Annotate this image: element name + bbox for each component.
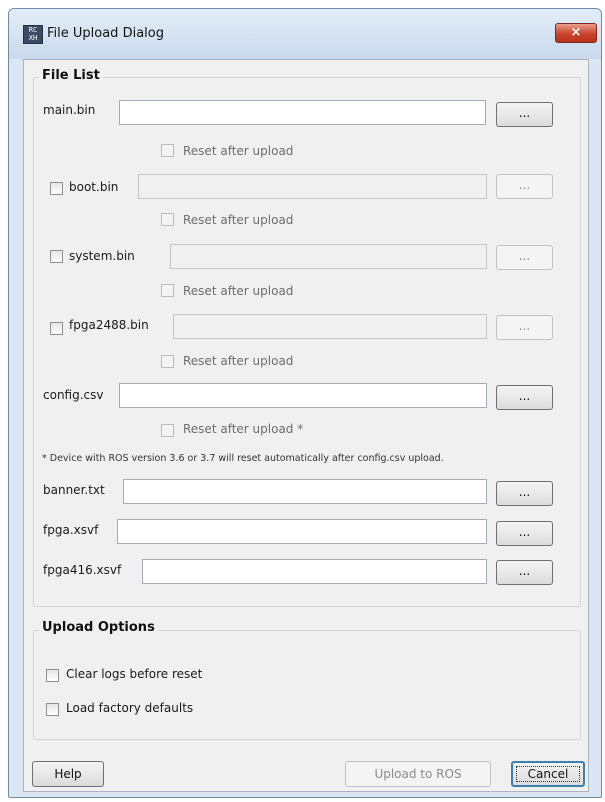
system-bin-checkbox[interactable] <box>50 250 63 263</box>
banner-txt-input[interactable] <box>123 479 487 504</box>
fpga-xsvf-label: fpga.xsvf <box>43 523 99 537</box>
title-bar[interactable]: RC XH File Upload Dialog × <box>9 9 601 59</box>
main-bin-reset-label: Reset after upload <box>183 144 294 158</box>
factory-defaults-label: Load factory defaults <box>66 701 194 715</box>
fpga416-xsvf-browse-button[interactable]: ... <box>496 560 553 585</box>
fpga416-xsvf-label: fpga416.xsvf <box>43 563 122 577</box>
main-bin-browse-button[interactable]: ... <box>496 102 553 127</box>
boot-bin-checkbox[interactable] <box>50 182 63 195</box>
fpga-xsvf-browse-button[interactable]: ... <box>496 521 553 546</box>
boot-bin-input[interactable] <box>138 174 487 199</box>
fpga2488-bin-reset-checkbox[interactable] <box>161 355 174 368</box>
banner-txt-browse-button[interactable]: ... <box>496 481 553 506</box>
help-button[interactable]: Help <box>32 761 104 787</box>
banner-txt-label: banner.txt <box>43 483 105 497</box>
main-bin-reset-checkbox[interactable] <box>161 144 174 157</box>
dialog-client-area: File List main.bin ... Reset after uploa… <box>23 59 589 792</box>
upload-to-ros-button[interactable]: Upload to ROS <box>345 761 491 787</box>
clear-logs-checkbox[interactable] <box>46 669 59 682</box>
app-icon: RC XH <box>23 25 43 44</box>
cancel-focus-ring <box>516 766 580 782</box>
main-bin-label: main.bin <box>43 103 96 117</box>
main-bin-input[interactable] <box>119 100 486 125</box>
cancel-button[interactable]: Cancel <box>511 761 585 787</box>
ros-version-note: * Device with ROS version 3.6 or 3.7 wil… <box>42 453 444 464</box>
fpga-xsvf-input[interactable] <box>117 519 487 544</box>
fpga2488-bin-checkbox[interactable] <box>50 322 63 335</box>
config-csv-label: config.csv <box>43 388 104 402</box>
system-bin-input[interactable] <box>170 244 487 269</box>
fpga2488-bin-input[interactable] <box>173 314 487 339</box>
boot-bin-reset-checkbox[interactable] <box>161 213 174 226</box>
fpga2488-bin-reset-label: Reset after upload <box>183 354 294 368</box>
fpga2488-bin-browse-button[interactable]: ... <box>496 315 553 340</box>
close-button[interactable]: × <box>555 23 597 43</box>
config-csv-browse-button[interactable]: ... <box>496 385 553 410</box>
system-bin-browse-button[interactable]: ... <box>496 245 553 270</box>
fpga416-xsvf-input[interactable] <box>142 559 487 584</box>
factory-defaults-checkbox[interactable] <box>46 703 59 716</box>
dialog-window: RC XH File Upload Dialog × File List mai… <box>8 8 602 798</box>
config-csv-reset-checkbox[interactable] <box>161 424 174 437</box>
boot-bin-label: boot.bin <box>69 180 119 194</box>
boot-bin-browse-button[interactable]: ... <box>496 174 553 199</box>
system-bin-label: system.bin <box>69 249 135 263</box>
config-csv-input[interactable] <box>119 383 487 408</box>
window-title: File Upload Dialog <box>47 26 164 41</box>
system-bin-reset-checkbox[interactable] <box>161 284 174 297</box>
clear-logs-label: Clear logs before reset <box>66 667 203 681</box>
system-bin-reset-label: Reset after upload <box>183 284 294 298</box>
upload-options-heading: Upload Options <box>39 620 158 635</box>
config-csv-reset-label: Reset after upload * <box>183 422 304 436</box>
upload-options-group <box>33 630 581 740</box>
fpga2488-bin-label: fpga2488.bin <box>69 318 149 332</box>
boot-bin-reset-label: Reset after upload <box>183 213 294 227</box>
file-list-heading: File List <box>39 68 103 83</box>
